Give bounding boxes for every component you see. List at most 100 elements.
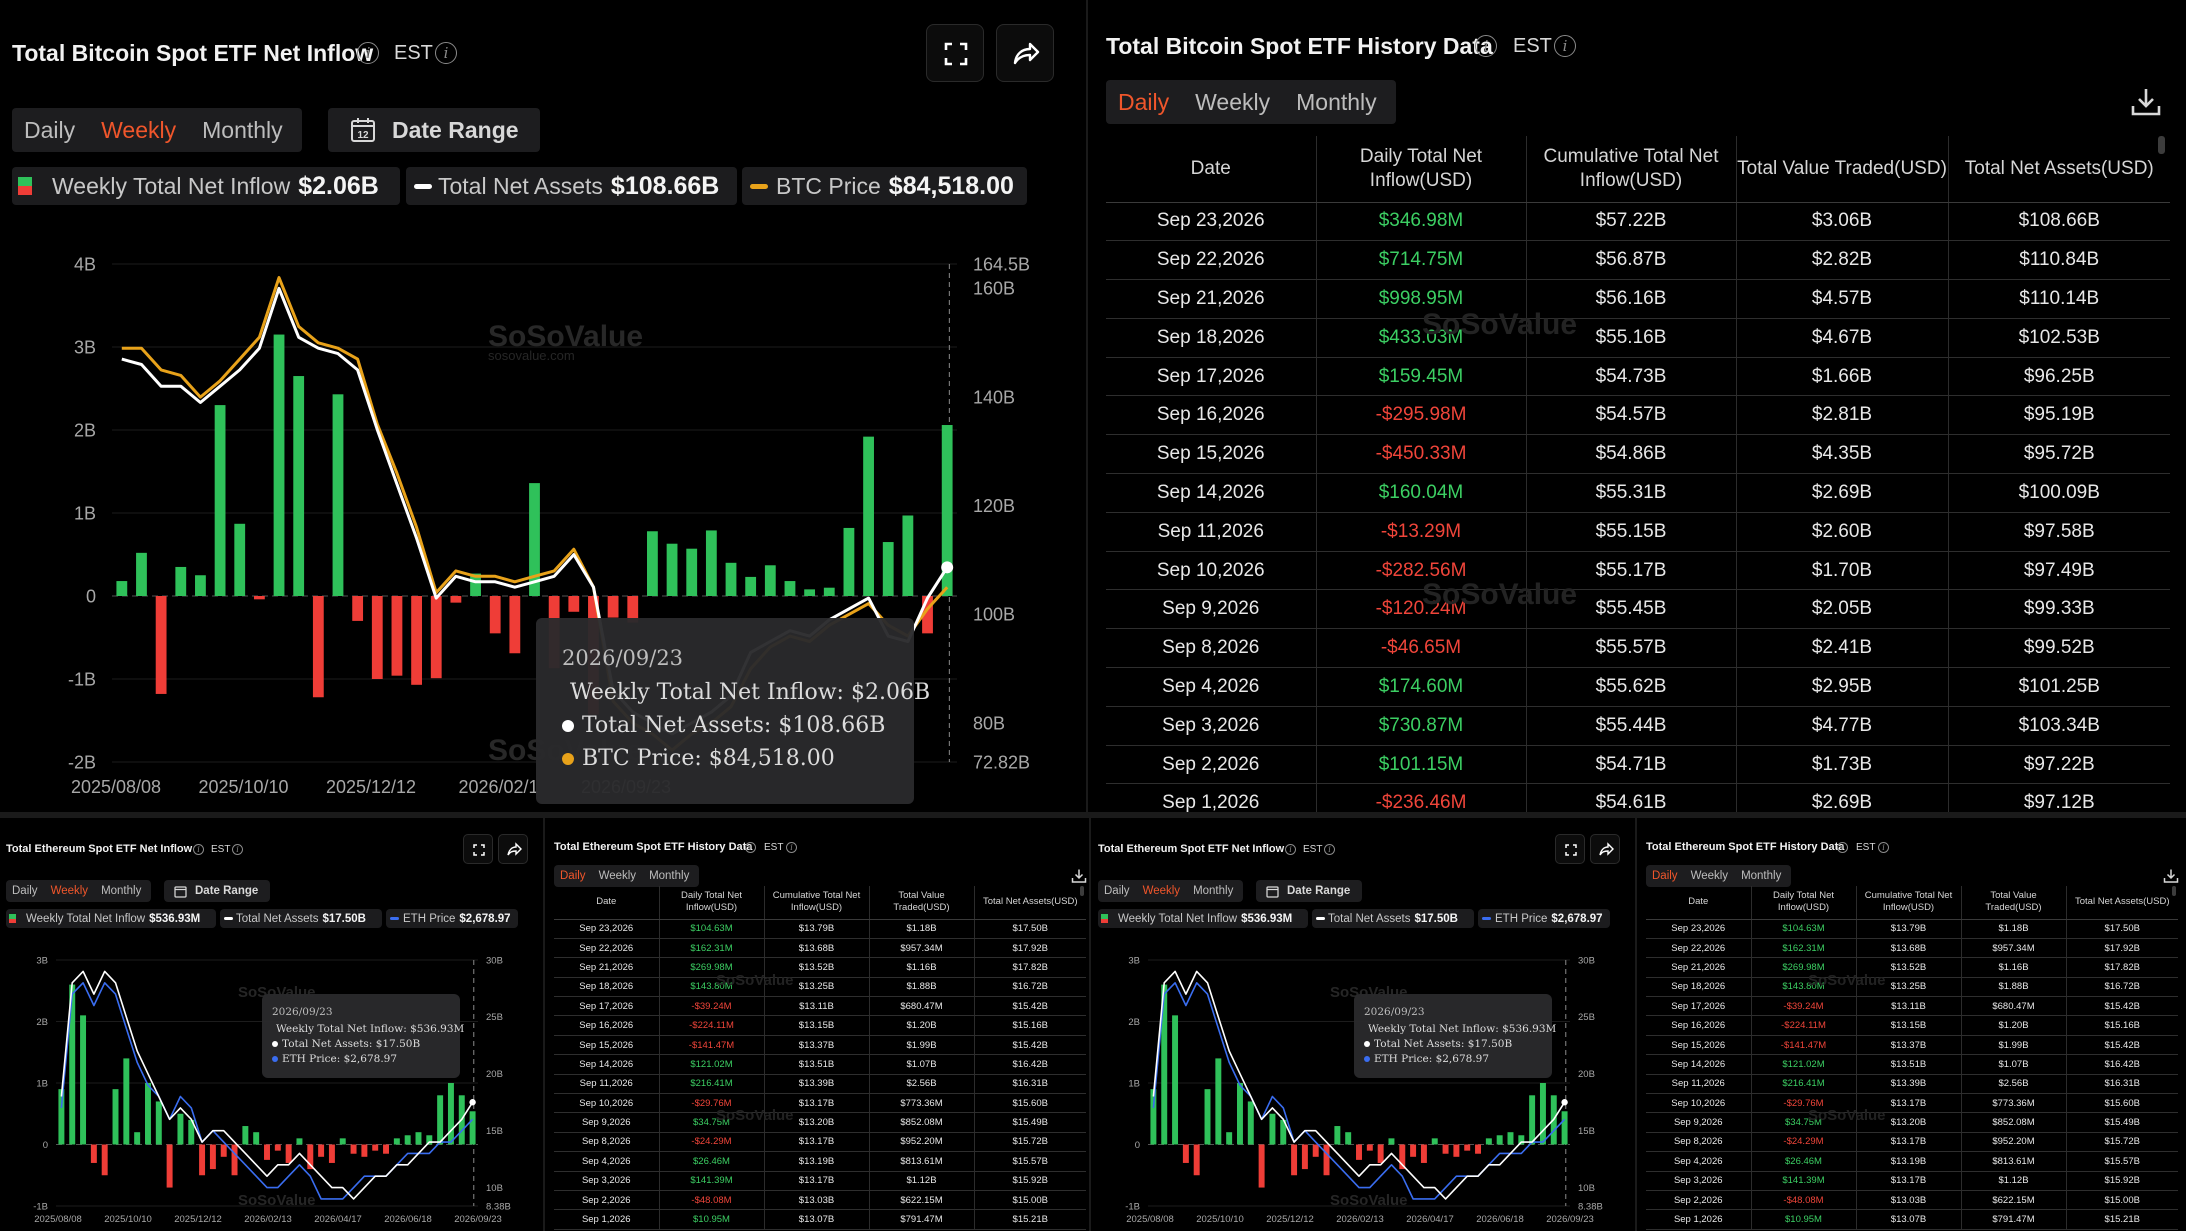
- tab-weekly[interactable]: Weekly: [599, 870, 637, 882]
- column-header[interactable]: Date: [1646, 886, 1752, 920]
- download-icon[interactable]: [2163, 868, 2179, 884]
- column-header[interactable]: Cumulative Total Net Inflow(USD): [1526, 136, 1737, 203]
- table-row[interactable]: Sep 16,2026 -$295.98M $54.57B $2.81B $95.19B: [1106, 395, 2170, 436]
- info-icon[interactable]: i: [745, 842, 756, 853]
- table-row[interactable]: Sep 23,2026 $104.63M $13.79B $1.18B $17.50B: [554, 919, 1086, 939]
- column-header[interactable]: Total Net Assets(USD): [2066, 886, 2178, 920]
- table-row[interactable]: Sep 10,2026 -$282.56M $55.17B $1.70B $97.49B: [1106, 551, 2170, 591]
- table-row[interactable]: Sep 3,2026 $141.39M $13.17B $1.12B $15.92B: [554, 1171, 1086, 1191]
- info-icon[interactable]: i: [1554, 35, 1576, 57]
- column-header[interactable]: Total Net Assets(USD): [974, 886, 1086, 920]
- table-row[interactable]: Sep 14,2026 $121.02M $13.51B $1.07B $16.42B: [554, 1054, 1086, 1075]
- table-row[interactable]: Sep 3,2026 $141.39M $13.17B $1.12B $15.92B: [1646, 1171, 2178, 1191]
- info-icon[interactable]: i: [1837, 842, 1848, 853]
- table-row[interactable]: Sep 2,2026 -$48.08M $13.03B $622.15M $15.00B: [554, 1190, 1086, 1211]
- column-header[interactable]: Cumulative Total Net Inflow(USD): [764, 886, 870, 920]
- column-header[interactable]: Daily Total Net Inflow(USD): [659, 886, 765, 920]
- tab-daily[interactable]: Daily: [560, 870, 586, 882]
- table-scrollbar[interactable]: [2158, 136, 2165, 154]
- column-header[interactable]: Total Value Traded(USD): [869, 886, 975, 920]
- table-cell: -$48.08M: [1751, 1190, 1857, 1211]
- table-row[interactable]: Sep 2,2026 -$48.08M $13.03B $622.15M $15.00B: [1646, 1190, 2178, 1211]
- table-row[interactable]: Sep 16,2026 -$224.11M $13.15B $1.20B $15.16B: [554, 1015, 1086, 1036]
- table-row[interactable]: Sep 22,2026 $162.31M $13.68B $957.34M $17.92…: [554, 938, 1086, 959]
- tab-monthly[interactable]: Monthly: [649, 870, 689, 882]
- table-row[interactable]: Sep 18,2026 $433.03M $55.16B $4.67B $102.53B: [1106, 318, 2170, 358]
- info-icon[interactable]: i: [1878, 842, 1889, 853]
- table-row[interactable]: Sep 8,2026 -$24.29M $13.17B $952.20M $15.72B: [554, 1132, 1086, 1153]
- table-row[interactable]: Sep 11,2026 $216.41M $13.39B $2.56B $16.31B: [554, 1074, 1086, 1095]
- table-row[interactable]: Sep 18,2026 $143.80M $13.25B $1.88B $16.72B: [554, 977, 1086, 998]
- table-row[interactable]: Sep 4,2026 $26.46M $13.19B $813.61M $15.57B: [1646, 1151, 2178, 1172]
- table-row[interactable]: Sep 21,2026 $998.95M $56.16B $4.57B $110.14B: [1106, 279, 2170, 319]
- column-header[interactable]: Daily Total Net Inflow(USD): [1751, 886, 1857, 920]
- watermark-text: SoSoValue: [1808, 1107, 1886, 1124]
- column-header[interactable]: Daily Total Net Inflow(USD): [1316, 136, 1527, 203]
- table-row[interactable]: Sep 23,2026 $346.98M $57.22B $3.06B $108.66B: [1106, 202, 2170, 242]
- table-row[interactable]: Sep 22,2026 $162.31M $13.68B $957.34M $17.92…: [1646, 938, 2178, 959]
- table-cell: Sep 9,2026: [1106, 589, 1317, 630]
- table-row[interactable]: Sep 14,2026 $121.02M $13.51B $1.07B $16.42B: [1646, 1054, 2178, 1075]
- download-icon[interactable]: [1071, 868, 1087, 884]
- x-tick-label: 2026/06/18: [1476, 1214, 1524, 1225]
- table-cell: $102.53B: [1948, 318, 2170, 358]
- table-row[interactable]: Sep 17,2026 $159.45M $54.73B $1.66B $96.25B: [1106, 357, 2170, 397]
- tab-monthly[interactable]: Monthly: [1741, 870, 1781, 882]
- table-row[interactable]: Sep 11,2026 $216.41M $13.39B $2.56B $16.31B: [1646, 1074, 2178, 1095]
- table-cell: $4.77B: [1736, 706, 1949, 746]
- info-icon[interactable]: i: [786, 842, 797, 853]
- table-row[interactable]: Sep 1,2026 $10.95M $13.07B $791.47M $15.21B: [554, 1209, 1086, 1230]
- table-row[interactable]: Sep 18,2026 $143.80M $13.25B $1.88B $16.72B: [1646, 977, 2178, 998]
- table-row[interactable]: Sep 17,2026 -$39.24M $13.11B $680.47M $15.42…: [1646, 996, 2178, 1017]
- table-row[interactable]: Sep 17,2026 -$39.24M $13.11B $680.47M $15.42…: [554, 996, 1086, 1017]
- table-cell: $791.47M: [869, 1209, 975, 1230]
- table-row[interactable]: Sep 3,2026 $730.87M $55.44B $4.77B $103.34B: [1106, 706, 2170, 746]
- timezone-label: EST: [1856, 842, 1876, 853]
- table-row[interactable]: Sep 15,2026 -$141.47M $13.37B $1.99B $15.42B: [554, 1035, 1086, 1056]
- table-row[interactable]: Sep 8,2026 -$46.65M $55.57B $2.41B $99.52B: [1106, 628, 2170, 669]
- table-row[interactable]: Sep 22,2026 $714.75M $56.87B $2.82B $110.84B: [1106, 240, 2170, 281]
- table-row[interactable]: Sep 23,2026 $104.63M $13.79B $1.18B $17.50B: [1646, 919, 2178, 939]
- tab-weekly[interactable]: Weekly: [1195, 89, 1270, 116]
- table-row[interactable]: Sep 4,2026 $26.46M $13.19B $813.61M $15.57B: [554, 1151, 1086, 1172]
- table-row[interactable]: Sep 15,2026 -$141.47M $13.37B $1.99B $15.42B: [1646, 1035, 2178, 1056]
- column-header[interactable]: Cumulative Total Net Inflow(USD): [1856, 886, 1962, 920]
- table-row[interactable]: Sep 21,2026 $269.98M $13.52B $1.16B $17.82B: [1646, 957, 2178, 978]
- table-cell: $957.34M: [1961, 938, 2067, 959]
- tab-daily[interactable]: Daily: [1118, 89, 1169, 116]
- table-row[interactable]: Sep 1,2026 -$236.46M $54.61B $2.69B $97.12B: [1106, 783, 2170, 812]
- tab-weekly[interactable]: Weekly: [1691, 870, 1729, 882]
- table-row[interactable]: Sep 9,2026 $34.75M $13.20B $852.08M $15.49B: [1646, 1112, 2178, 1133]
- tab-daily[interactable]: Daily: [1652, 870, 1678, 882]
- info-icon[interactable]: i: [1475, 35, 1497, 57]
- column-header[interactable]: Total Value Traded(USD): [1961, 886, 2067, 920]
- column-header[interactable]: Date: [1106, 136, 1317, 203]
- table-cell: $141.39M: [659, 1171, 765, 1191]
- table-row[interactable]: Sep 16,2026 -$224.11M $13.15B $1.20B $15.16B: [1646, 1015, 2178, 1036]
- table-row[interactable]: Sep 9,2026 $34.75M $13.20B $852.08M $15.49B: [554, 1112, 1086, 1133]
- table-cell: $216.41M: [659, 1074, 765, 1095]
- table-row[interactable]: Sep 21,2026 $269.98M $13.52B $1.16B $17.82B: [554, 957, 1086, 978]
- table-row[interactable]: Sep 11,2026 -$13.29M $55.15B $2.60B $97.58B: [1106, 512, 2170, 552]
- table-row[interactable]: Sep 14,2026 $160.04M $55.31B $2.69B $100.09B: [1106, 473, 2170, 513]
- table-row[interactable]: Sep 9,2026 -$120.24M $55.45B $2.05B $99.33B: [1106, 589, 2170, 630]
- table-row[interactable]: Sep 1,2026 $10.95M $13.07B $791.47M $15.21B: [1646, 1209, 2178, 1230]
- inflow-bar: [1301, 1144, 1308, 1170]
- column-header[interactable]: Total Net Assets(USD): [1948, 136, 2170, 203]
- table-row[interactable]: Sep 15,2026 -$450.33M $54.86B $4.35B $95.72B: [1106, 434, 2170, 475]
- table-header-row: Date Daily Total Net Inflow(USD) Cumulat…: [1106, 136, 2170, 203]
- table-row[interactable]: Sep 8,2026 -$24.29M $13.17B $952.20M $15.72B: [1646, 1132, 2178, 1153]
- tab-monthly[interactable]: Monthly: [1296, 89, 1377, 116]
- table-cell: $15.72B: [2066, 1132, 2178, 1153]
- table-scrollbar[interactable]: [1080, 886, 1084, 896]
- column-header[interactable]: Total Value Traded(USD): [1736, 136, 1949, 203]
- table-cell: $54.71B: [1526, 745, 1737, 785]
- table-row[interactable]: Sep 2,2026 $101.15M $54.71B $1.73B $97.22B: [1106, 745, 2170, 785]
- column-header[interactable]: Date: [554, 886, 660, 920]
- y-right-tick-label: 10B: [486, 1183, 503, 1194]
- download-icon[interactable]: [2130, 86, 2162, 118]
- table-row[interactable]: Sep 10,2026 -$29.76M $13.17B $773.36M $15.60…: [1646, 1093, 2178, 1114]
- table-row[interactable]: Sep 10,2026 -$29.76M $13.17B $773.36M $15.60…: [554, 1093, 1086, 1114]
- table-row[interactable]: Sep 4,2026 $174.60M $55.62B $2.95B $101.25B: [1106, 667, 2170, 707]
- table-scrollbar[interactable]: [2172, 886, 2176, 896]
